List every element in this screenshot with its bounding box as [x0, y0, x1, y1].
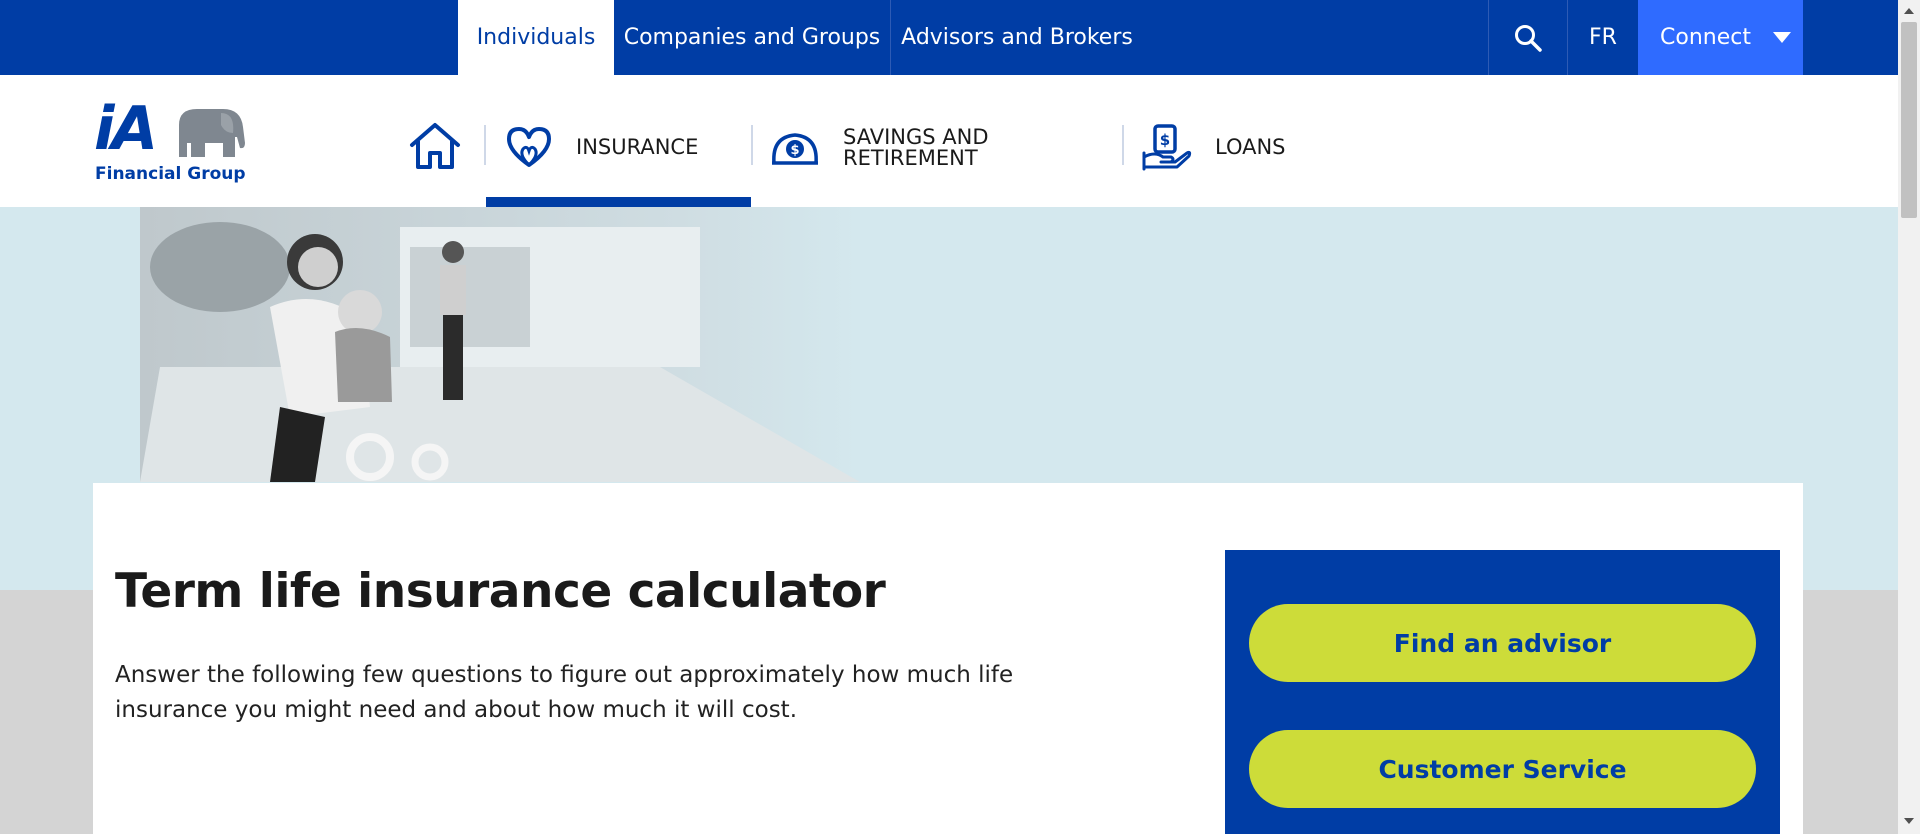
vertical-scrollbar[interactable] [1898, 0, 1920, 834]
customer-service-label: Customer Service [1378, 754, 1627, 784]
tab-companies-label: Companies and Groups [623, 25, 881, 50]
piggy-bank-icon: $ [772, 133, 818, 165]
svg-text:$: $ [790, 143, 799, 158]
main-header: iA Financial Group INSURANCE $ SAVINGS A… [0, 75, 1898, 227]
ia-financial-group-logo[interactable]: iA Financial Group [94, 99, 254, 187]
nav-loans[interactable]: $ LOANS [1141, 123, 1286, 171]
intro-paragraph: Answer the following few questions to fi… [115, 662, 1014, 723]
scroll-up-arrow-icon[interactable] [1904, 8, 1914, 14]
nav-savings-label-line2: RETIREMENT [843, 146, 978, 170]
tab-advisors-label: Advisors and Brokers [901, 25, 1133, 50]
tab-advisors-and-brokers[interactable]: Advisors and Brokers [891, 0, 1143, 75]
home-link[interactable] [408, 121, 462, 176]
nav-divider [1122, 125, 1124, 165]
language-toggle-fr[interactable]: FR [1568, 0, 1638, 75]
elephant-logo-icon [179, 109, 245, 157]
nav-divider [484, 125, 486, 165]
home-icon [410, 123, 460, 169]
nav-active-indicator [486, 197, 751, 207]
logo-subtitle: Financial Group [95, 164, 246, 184]
caret-down-icon [1772, 32, 1791, 43]
heart-icon [507, 127, 551, 167]
tab-individuals[interactable]: Individuals [458, 0, 614, 75]
find-an-advisor-button[interactable]: Find an advisor [1249, 604, 1756, 682]
nav-insurance[interactable]: INSURANCE [505, 125, 698, 169]
connect-label: Connect [1660, 25, 1751, 50]
hand-money-icon: $ [1142, 124, 1192, 171]
top-utility-bar: Individuals Companies and Groups Advisor… [0, 0, 1898, 75]
nav-divider [751, 125, 753, 165]
logo-mark: iA [94, 94, 158, 164]
customer-service-button[interactable]: Customer Service [1249, 730, 1756, 808]
nav-insurance-label: INSURANCE [576, 134, 699, 159]
find-an-advisor-label: Find an advisor [1393, 628, 1612, 658]
language-label: FR [1589, 25, 1617, 50]
tab-companies-and-groups[interactable]: Companies and Groups [614, 0, 890, 75]
nav-loans-label: LOANS [1215, 134, 1286, 159]
search-icon [1515, 24, 1542, 52]
search-button[interactable] [1489, 0, 1567, 75]
family-photo [140, 207, 860, 482]
connect-button[interactable]: Connect [1638, 0, 1803, 75]
page-title: Term life insurance calculator [115, 564, 886, 619]
scrollbar-thumb[interactable] [1901, 22, 1917, 218]
tab-individuals-label: Individuals [476, 25, 596, 50]
scroll-down-arrow-icon[interactable] [1904, 818, 1914, 824]
svg-text:$: $ [1160, 131, 1170, 149]
nav-savings-and-retirement[interactable]: $ SAVINGS AND RETIREMENT [770, 127, 989, 169]
